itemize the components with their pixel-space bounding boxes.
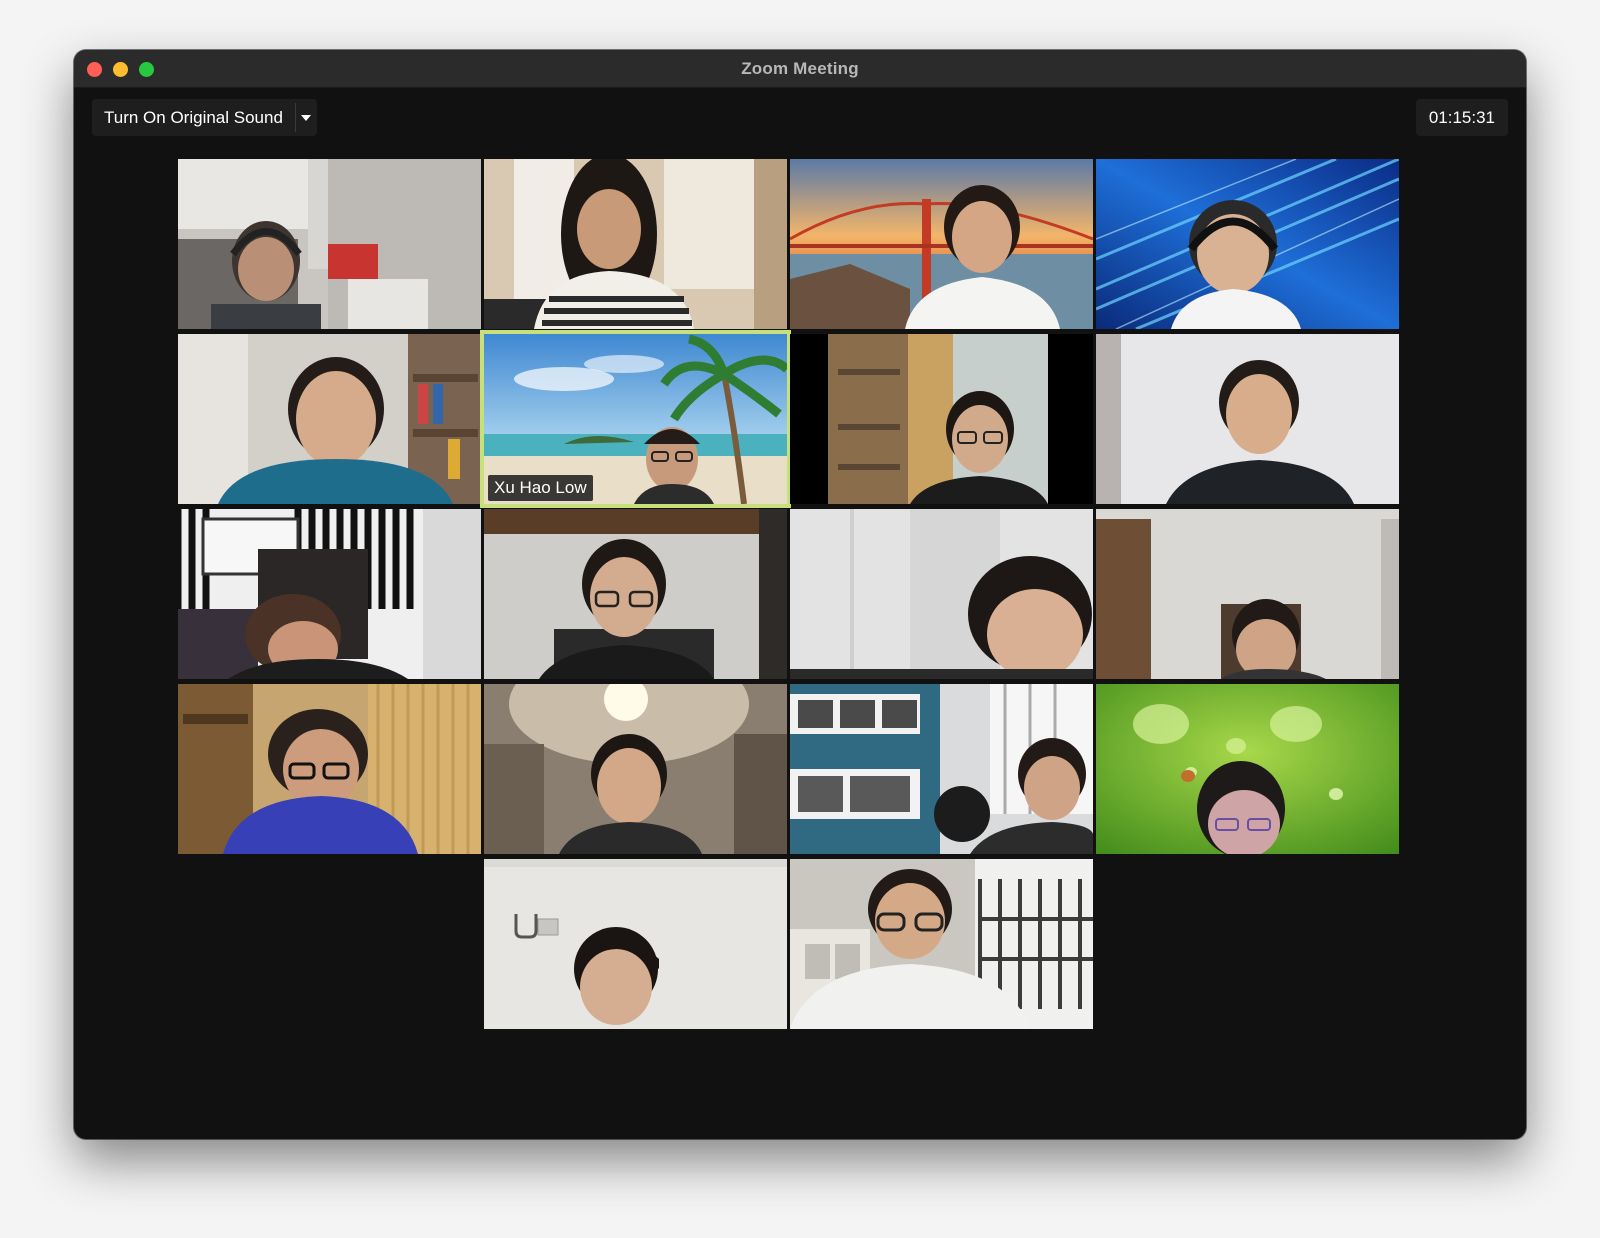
video-tile[interactable] xyxy=(178,684,481,854)
window-title: Zoom Meeting xyxy=(741,59,859,78)
original-sound-button[interactable]: Turn On Original Sound xyxy=(92,99,295,136)
participant-video xyxy=(790,159,1093,329)
participant-video xyxy=(484,509,787,679)
video-tile[interactable] xyxy=(484,159,787,329)
zoom-window: Zoom Meeting Turn On Original Sound 01:1… xyxy=(74,50,1526,1139)
video-tile[interactable] xyxy=(1096,334,1399,504)
participant-video xyxy=(484,159,787,329)
participant-video xyxy=(484,684,787,854)
participant-video xyxy=(790,859,1093,1029)
participant-video xyxy=(790,684,1093,854)
video-tile[interactable] xyxy=(484,684,787,854)
video-tile[interactable] xyxy=(178,334,481,504)
title-bar: Zoom Meeting xyxy=(74,50,1526,88)
original-sound-control: Turn On Original Sound xyxy=(92,99,317,136)
video-tile[interactable] xyxy=(790,509,1093,679)
participant-video xyxy=(178,159,481,329)
participant-video xyxy=(178,684,481,854)
video-tile[interactable] xyxy=(1096,159,1399,329)
video-tile[interactable] xyxy=(790,334,1093,504)
video-tile[interactable] xyxy=(178,159,481,329)
participant-video xyxy=(1096,159,1399,329)
video-tile-active-speaker[interactable]: Xu Hao Low xyxy=(480,330,791,508)
video-tile[interactable] xyxy=(178,509,481,679)
video-tile[interactable] xyxy=(1096,509,1399,679)
video-tile[interactable] xyxy=(484,509,787,679)
participant-video xyxy=(1096,684,1399,854)
participant-video xyxy=(1096,509,1399,679)
participant-video xyxy=(790,334,1093,504)
video-tile[interactable] xyxy=(1096,684,1399,854)
participant-video xyxy=(178,334,481,504)
participant-video xyxy=(790,509,1093,679)
video-tile[interactable] xyxy=(790,859,1093,1029)
meeting-timer: 01:15:31 xyxy=(1415,99,1508,136)
participant-video xyxy=(1096,334,1399,504)
original-sound-dropdown[interactable] xyxy=(296,99,317,136)
video-tile[interactable] xyxy=(484,859,787,1029)
participant-name-tag: Xu Hao Low xyxy=(488,475,593,501)
participant-video xyxy=(178,509,481,679)
participant-video xyxy=(484,859,787,1029)
video-tile[interactable] xyxy=(790,684,1093,854)
video-tile[interactable] xyxy=(790,159,1093,329)
caret-down-icon xyxy=(301,114,312,121)
